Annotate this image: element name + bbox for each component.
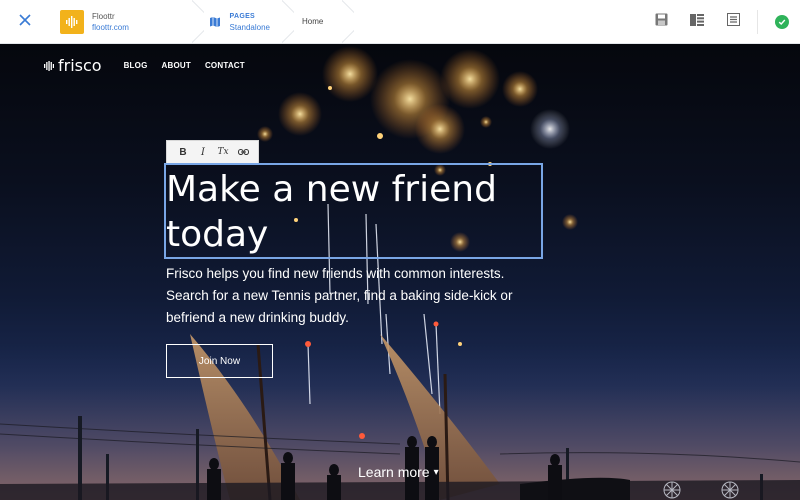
site-name: Floottr xyxy=(92,11,115,21)
save-icon xyxy=(655,13,668,31)
form-button[interactable] xyxy=(715,0,751,44)
learn-more-label: Learn more xyxy=(358,464,430,480)
save-button[interactable] xyxy=(643,0,679,44)
nav-link-about[interactable]: ABOUT xyxy=(162,61,191,70)
breadcrumb-site[interactable]: Floottr floottr.com xyxy=(50,0,198,43)
site-logo-icon xyxy=(60,9,84,34)
link-button[interactable] xyxy=(233,142,253,162)
check-circle-icon xyxy=(775,15,789,29)
close-button[interactable] xyxy=(0,0,50,43)
link-icon xyxy=(237,147,249,158)
form-icon xyxy=(726,13,740,31)
map-icon xyxy=(208,15,222,29)
breadcrumb-separator xyxy=(342,0,354,44)
hero-subtext[interactable]: Frisco helps you find new friends with c… xyxy=(166,263,546,329)
pages-value: Standalone xyxy=(229,22,270,32)
pages-label: PAGES xyxy=(229,12,256,20)
layout-button[interactable] xyxy=(679,0,715,44)
bold-button[interactable]: B xyxy=(173,142,193,162)
breadcrumb-pages[interactable]: PAGES Standalone xyxy=(198,0,288,43)
brand-name: frisco xyxy=(58,56,102,75)
italic-button[interactable]: I xyxy=(193,142,213,162)
editor-top-bar: Floottr floottr.com PAGES Standalone Hom… xyxy=(0,0,800,44)
publish-button[interactable] xyxy=(764,0,800,44)
hero-headline-line-1: Make a new friend xyxy=(166,169,497,210)
site-domain: floottr.com xyxy=(92,22,129,32)
text-format-toolbar: B I Tx xyxy=(166,140,259,164)
nav-link-contact[interactable]: CONTACT xyxy=(205,61,245,70)
hero-headline-line-2: today xyxy=(166,214,269,255)
join-now-button[interactable]: Join Now xyxy=(166,344,273,378)
editor-actions xyxy=(643,0,800,44)
layout-icon xyxy=(690,13,704,31)
nav-link-blog[interactable]: BLOG xyxy=(124,61,148,70)
learn-more-link[interactable]: Learn more ▾ xyxy=(358,464,439,480)
brand-logo-icon xyxy=(44,56,55,75)
breadcrumb-home[interactable]: Home xyxy=(288,0,348,43)
breadcrumb-separator xyxy=(282,0,294,44)
site-nav: frisco BLOG ABOUT CONTACT xyxy=(44,56,259,75)
clear-format-button[interactable]: Tx xyxy=(213,142,233,162)
current-page-label: Home xyxy=(302,17,324,26)
hero-section: frisco BLOG ABOUT CONTACT B I Tx Make a … xyxy=(0,44,800,500)
brand-logo[interactable]: frisco xyxy=(44,56,102,75)
breadcrumb-separator xyxy=(192,0,204,44)
chevron-down-icon: ▾ xyxy=(433,466,439,478)
toolbar-divider xyxy=(757,10,758,34)
close-icon xyxy=(18,10,32,33)
hero-headline[interactable]: Make a new friend today xyxy=(166,167,536,257)
